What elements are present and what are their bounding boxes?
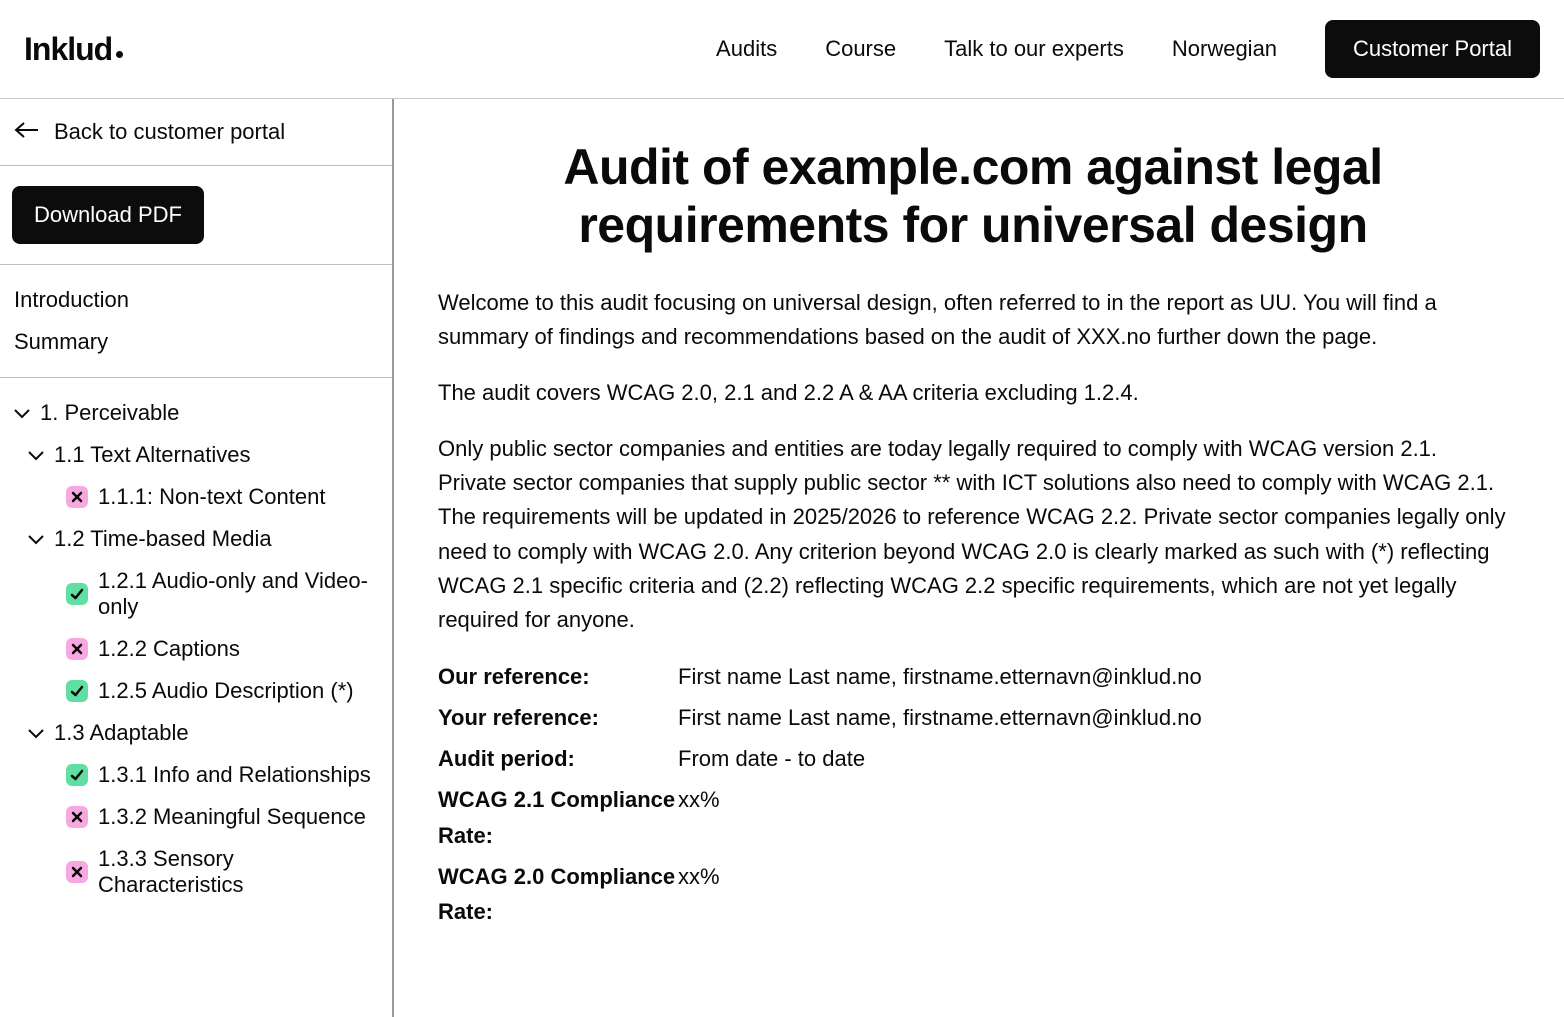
tree-leaf-1-1-1[interactable]: 1.1.1: Non-text Content [40, 476, 380, 518]
tree-leaf-label: 1.3.3 Sensory Characteristics [98, 846, 380, 898]
meta-value-wcag21-rate: xx% [678, 782, 1508, 852]
customer-portal-button[interactable]: Customer Portal [1325, 20, 1540, 78]
chevron-down-icon [26, 723, 46, 743]
top-nav: Audits Course Talk to our experts Norweg… [716, 20, 1540, 78]
nav-link-experts[interactable]: Talk to our experts [944, 36, 1124, 62]
tree-leaf-label: 1.3.1 Info and Relationships [98, 762, 371, 788]
fail-icon [66, 486, 88, 508]
intro-paragraph: Welcome to this audit focusing on univer… [438, 286, 1508, 354]
meta-value-your-reference: First name Last name, firstname.etternav… [678, 700, 1508, 735]
chevron-down-icon [26, 445, 46, 465]
tree-leaf-1-3-3[interactable]: 1.3.3 Sensory Characteristics [40, 838, 380, 906]
fail-icon [66, 806, 88, 828]
nav-link-course[interactable]: Course [825, 36, 896, 62]
pass-icon [66, 680, 88, 702]
sidebar-item-summary[interactable]: Summary [12, 321, 380, 363]
nav-link-audits[interactable]: Audits [716, 36, 777, 62]
tree-leaf-label: 1.2.5 Audio Description (*) [98, 678, 354, 704]
meta-row: Your reference: First name Last name, fi… [438, 700, 1508, 735]
meta-label-audit-period: Audit period: [438, 741, 678, 776]
meta-row: Our reference: First name Last name, fir… [438, 659, 1508, 694]
page-title: Audit of example.com against legal requi… [438, 139, 1508, 254]
meta-label-your-reference: Your reference: [438, 700, 678, 735]
content-area: Audit of example.com against legal requi… [394, 99, 1564, 1017]
download-section: Download PDF [0, 166, 392, 265]
chevron-down-icon [12, 403, 32, 423]
meta-value-wcag20-rate: xx% [678, 859, 1508, 929]
tree-leaf-1-3-1[interactable]: 1.3.1 Info and Relationships [40, 754, 380, 796]
meta-row: WCAG 2.0 Compliance Rate: xx% [438, 859, 1508, 929]
tree-label: 1. Perceivable [40, 400, 179, 426]
pass-icon [66, 583, 88, 605]
tree-label: 1.2 Time-based Media [54, 526, 272, 552]
meta-row: WCAG 2.1 Compliance Rate: xx% [438, 782, 1508, 852]
tree-leaf-1-2-2[interactable]: 1.2.2 Captions [40, 628, 380, 670]
tree-node-adaptable[interactable]: 1.3 Adaptable [26, 712, 380, 754]
tree-leaf-1-2-1[interactable]: 1.2.1 Audio-only and Video-only [40, 560, 380, 628]
tree-label: 1.3 Adaptable [54, 720, 189, 746]
main-layout: Back to customer portal Download PDF Int… [0, 99, 1564, 1017]
pass-icon [66, 764, 88, 786]
intro-paragraph: Only public sector companies and entitie… [438, 432, 1508, 637]
meta-label-wcag20-rate: WCAG 2.0 Compliance Rate: [438, 859, 678, 929]
meta-value-our-reference: First name Last name, firstname.etternav… [678, 659, 1508, 694]
tree-leaf-label: 1.2.2 Captions [98, 636, 240, 662]
brand-dot-icon [116, 51, 123, 58]
tree-leaf-1-3-2[interactable]: 1.3.2 Meaningful Sequence [40, 796, 380, 838]
tree-leaf-label: 1.3.2 Meaningful Sequence [98, 804, 366, 830]
tree-leaf-label: 1.1.1: Non-text Content [98, 484, 325, 510]
intro-paragraph: The audit covers WCAG 2.0, 2.1 and 2.2 A… [438, 376, 1508, 410]
meta-label-wcag21-rate: WCAG 2.1 Compliance Rate: [438, 782, 678, 852]
tree-leaf-label: 1.2.1 Audio-only and Video-only [98, 568, 380, 620]
chevron-down-icon [26, 529, 46, 549]
back-label: Back to customer portal [54, 119, 285, 145]
meta-value-audit-period: From date - to date [678, 741, 1508, 776]
meta-label-our-reference: Our reference: [438, 659, 678, 694]
fail-icon [66, 861, 88, 883]
fail-icon [66, 638, 88, 660]
meta-row: Audit period: From date - to date [438, 741, 1508, 776]
tree-node-time-based-media[interactable]: 1.2 Time-based Media [26, 518, 380, 560]
sidebar-tree: 1. Perceivable 1.1 Text Alternatives 1.1… [0, 378, 392, 1017]
meta-table: Our reference: First name Last name, fir… [438, 659, 1508, 929]
tree-label: 1.1 Text Alternatives [54, 442, 251, 468]
tree-node-text-alternatives[interactable]: 1.1 Text Alternatives [26, 434, 380, 476]
nav-link-norwegian[interactable]: Norwegian [1172, 36, 1277, 62]
back-link[interactable]: Back to customer portal [0, 99, 392, 166]
brand-label: Inklud [24, 31, 112, 68]
tree-leaf-1-2-5[interactable]: 1.2.5 Audio Description (*) [40, 670, 380, 712]
top-header: Inklud Audits Course Talk to our experts… [0, 0, 1564, 99]
arrow-left-icon [14, 119, 40, 145]
sidebar-item-introduction[interactable]: Introduction [12, 279, 380, 321]
download-pdf-button[interactable]: Download PDF [12, 186, 204, 244]
sidebar-simple-nav: Introduction Summary [0, 265, 392, 378]
tree-node-perceivable[interactable]: 1. Perceivable [12, 392, 380, 434]
sidebar: Back to customer portal Download PDF Int… [0, 99, 394, 1017]
brand-logo[interactable]: Inklud [24, 31, 123, 68]
